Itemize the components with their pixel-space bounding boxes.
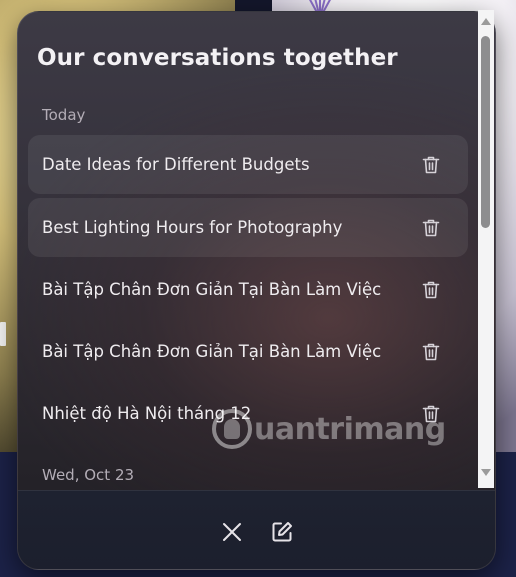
conversation-item[interactable]: Best Lighting Hours for Photography [28,198,468,257]
conversation-title: Nhiệt độ Hà Nội tháng 12 [42,404,252,423]
close-icon [223,523,241,541]
close-button[interactable] [217,517,247,547]
section-label-date: Wed, Oct 23 [42,466,135,484]
conversation-title: Date Ideas for Different Budgets [42,155,310,174]
section-label-today: Today [42,106,86,124]
conversation-title: Best Lighting Hours for Photography [42,218,343,237]
conversations-panel: Our conversations together Today Date Id… [17,11,496,570]
conversation-item[interactable]: Bài Tập Chân Đơn Giản Tại Bàn Làm Việc [28,260,468,319]
trash-icon[interactable] [421,280,441,300]
trash-icon[interactable] [421,342,441,362]
scrollbar-thumb[interactable] [481,36,490,228]
background-glyph [0,322,6,346]
trash-icon[interactable] [421,155,441,175]
panel-title: Our conversations together [37,45,398,71]
new-chat-icon [272,522,292,542]
panel-footer [18,490,495,569]
trash-icon[interactable] [421,404,441,424]
conversation-item[interactable]: Nhiệt độ Hà Nội tháng 12 [28,384,468,443]
conversation-title: Bài Tập Chân Đơn Giản Tại Bàn Làm Việc [42,280,382,299]
conversation-title: Bài Tập Chân Đơn Giản Tại Bàn Làm Việc [42,342,382,361]
conversation-item[interactable]: Bài Tập Chân Đơn Giản Tại Bàn Làm Việc [28,322,468,381]
conversation-list: Today Date Ideas for Different Budgets B… [18,94,480,491]
scroll-down-arrow-icon[interactable] [481,469,491,476]
trash-icon[interactable] [421,218,441,238]
conversation-item[interactable]: Date Ideas for Different Budgets [28,135,468,194]
scroll-up-arrow-icon[interactable] [481,18,491,25]
new-chat-button[interactable] [267,517,297,547]
